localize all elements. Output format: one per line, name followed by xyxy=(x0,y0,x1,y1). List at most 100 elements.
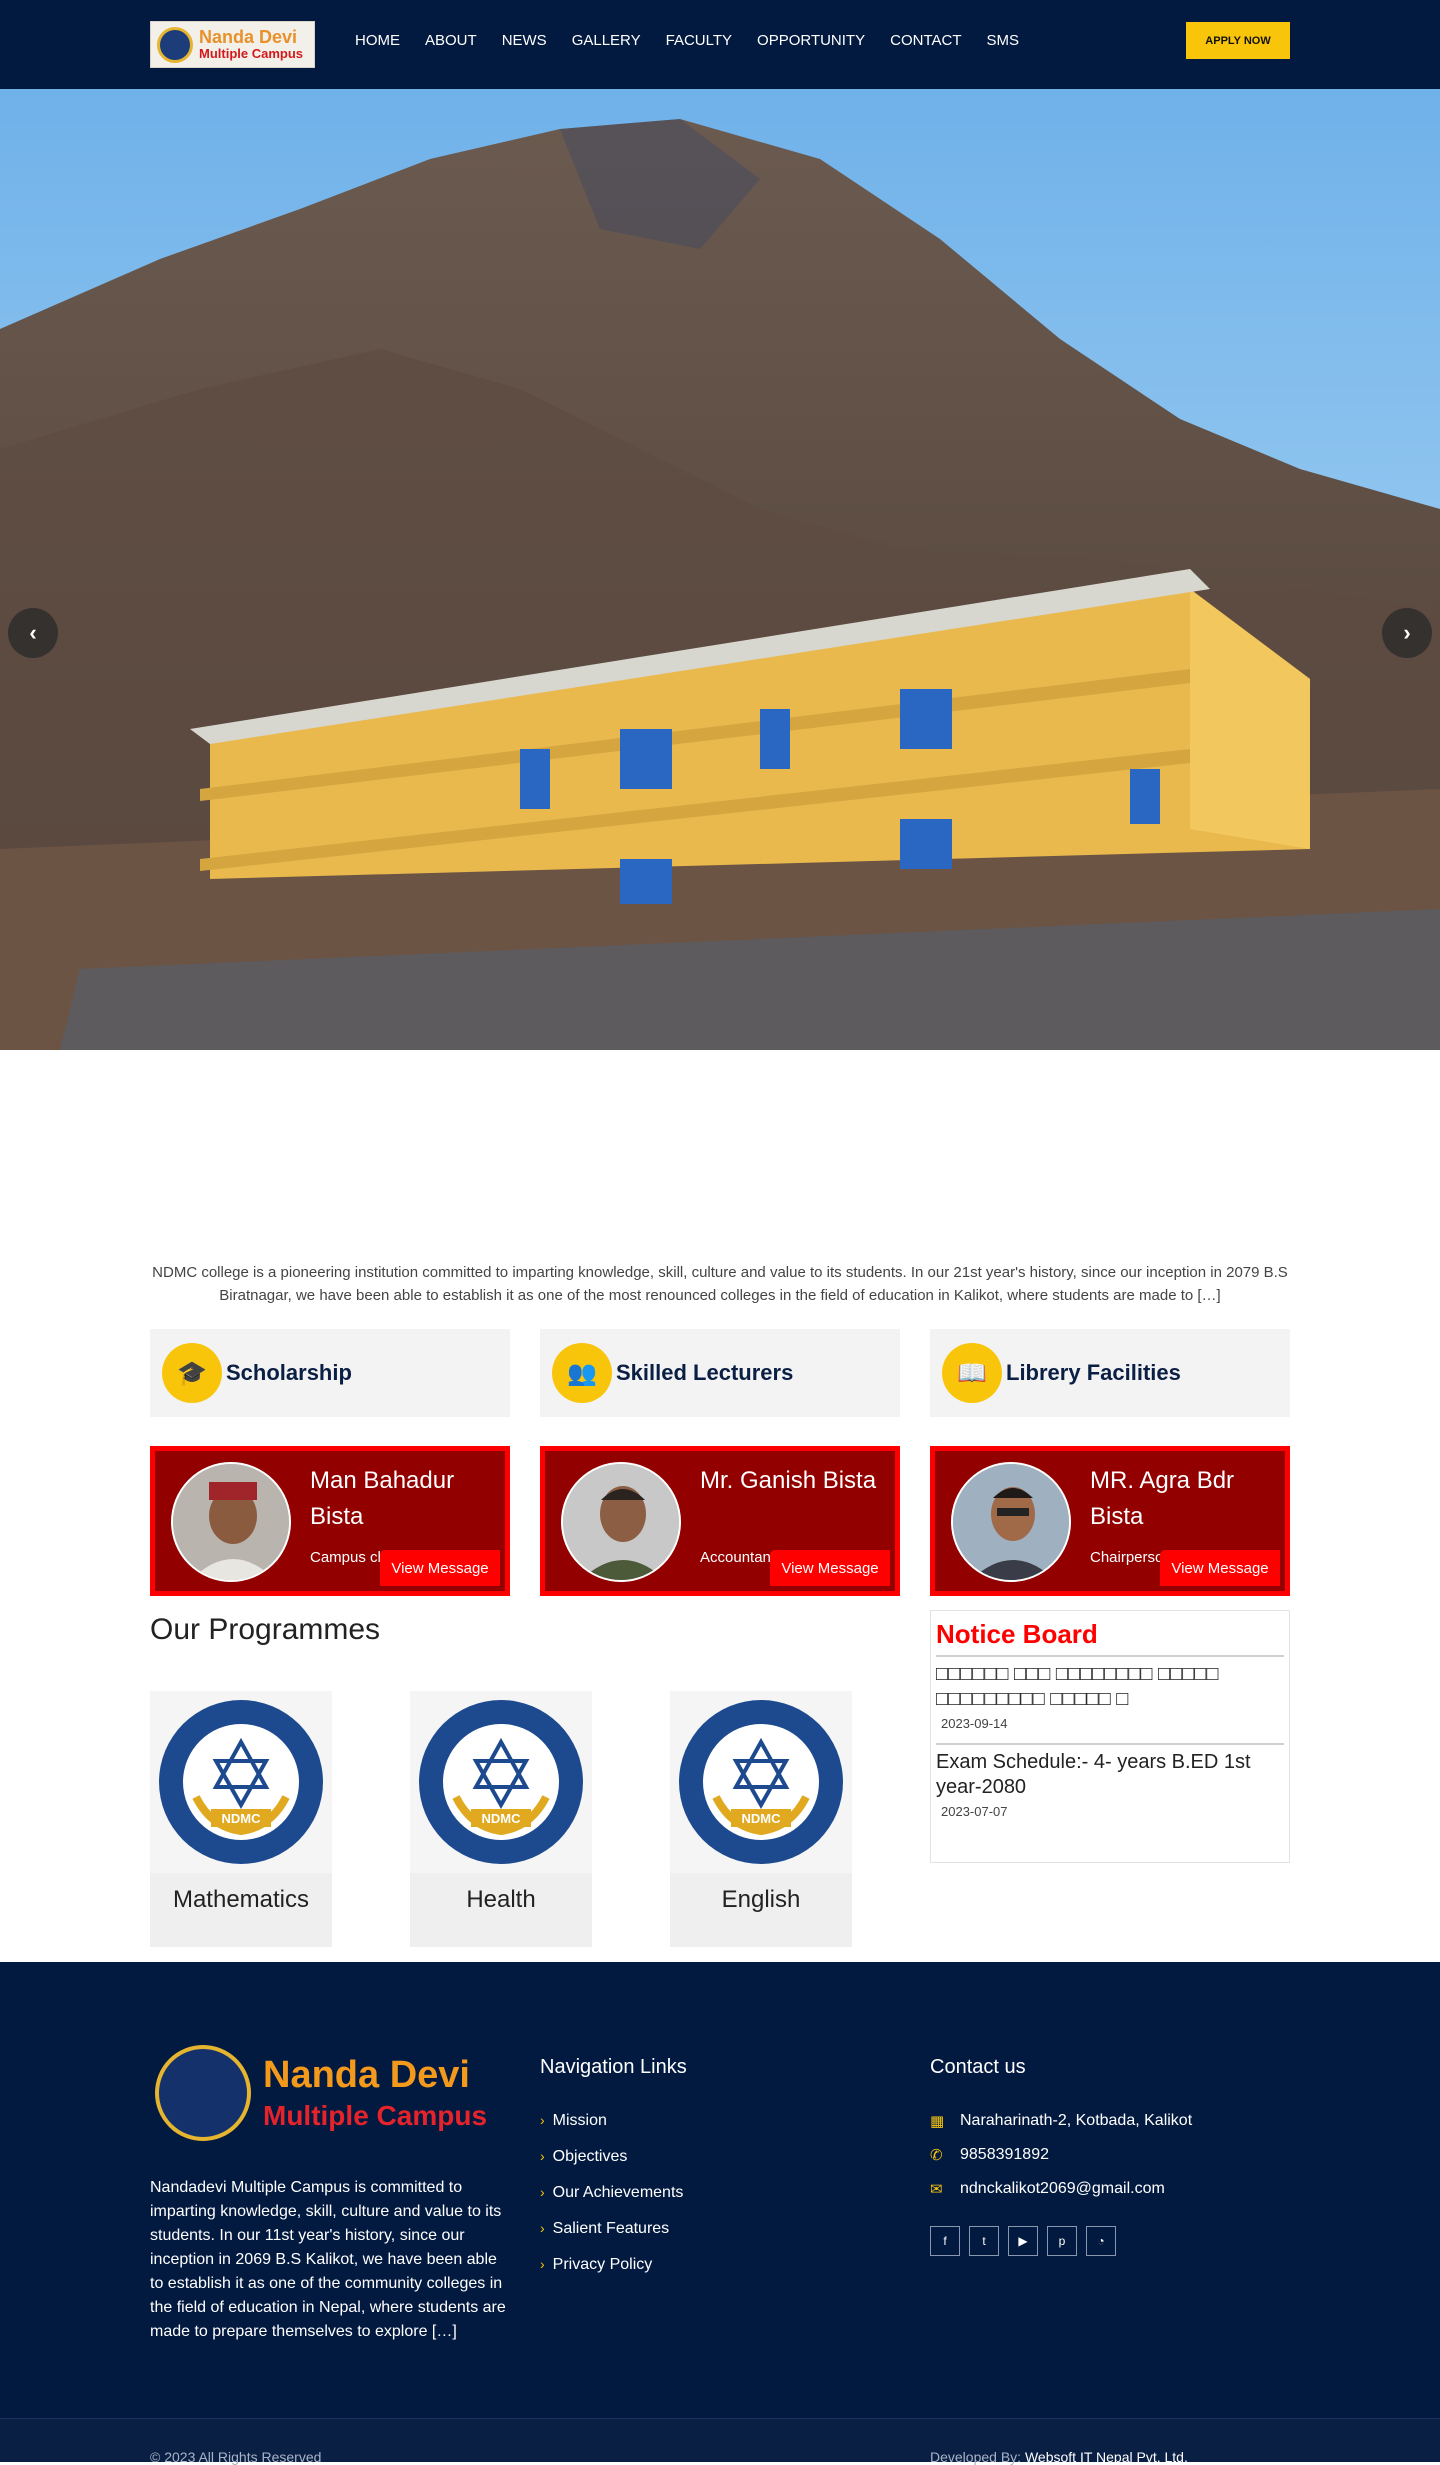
footer-logo-line1: Nanda Devi xyxy=(263,2054,470,2097)
nav-faculty[interactable]: FACULTY xyxy=(666,31,732,51)
campus-seal-icon xyxy=(157,26,193,63)
campus-emblem-icon: NDMC xyxy=(670,1691,852,1873)
footer-logo-line2: Multiple Campus xyxy=(263,2100,488,2131)
pinterest-icon[interactable]: p xyxy=(1047,2226,1077,2256)
contact-phone[interactable]: ✆ 9858391892 xyxy=(930,2146,1192,2180)
footer-link-objectives[interactable]: › Objectives xyxy=(540,2148,683,2184)
slider-next-button[interactable]: › xyxy=(1382,608,1432,658)
programme-card-english[interactable]: NDMC English xyxy=(670,1691,852,1947)
footer-nav-links: › Mission › Objectives › Our Achievements ›… xyxy=(540,2112,683,2292)
view-message-button[interactable]: View Message xyxy=(380,1550,500,1586)
staff-card-campus-chief: Man Bahadur Bista Campus chief View Mess… xyxy=(150,1446,510,1596)
footer-link-salient-features[interactable]: › Salient Features xyxy=(540,2220,683,2256)
chevron-right-icon: › xyxy=(540,2148,545,2164)
staff-card-accountant: Mr. Ganish Bista Accountant View Message xyxy=(540,1446,900,1596)
programme-card-health[interactable]: NDMC Health xyxy=(410,1691,592,1947)
programme-card-mathematics[interactable]: NDMC Mathematics xyxy=(150,1691,332,1947)
hero-slider: ‹ › xyxy=(0,89,1440,1050)
notice-date: 2023-07-07 xyxy=(941,1804,1008,1819)
nav-gallery[interactable]: GALLERY xyxy=(572,31,641,51)
feature-title: Scholarship xyxy=(226,1360,352,1385)
features-row: 🎓 Scholarship 👥 Skilled Lecturers 📖 Libr… xyxy=(150,1329,1290,1417)
avatar xyxy=(561,1462,681,1582)
notice-board: Notice Board □□□□□□ □□□ □□□□□□□□ □□□□□ □… xyxy=(930,1610,1290,1863)
feature-title: Skilled Lecturers xyxy=(616,1360,794,1385)
svg-text:NDMC: NDMC xyxy=(742,1811,782,1826)
campus-emblem-icon: NDMC xyxy=(150,1691,332,1873)
chevron-right-icon: › xyxy=(540,2112,545,2128)
footer-link-mission[interactable]: › Mission xyxy=(540,2112,683,2148)
notice-title[interactable]: Exam Schedule:- 4- years B.ED 1st year-2… xyxy=(936,1750,1284,1800)
rss-icon[interactable]: ◔ xyxy=(1086,2226,1116,2256)
view-message-button[interactable]: View Message xyxy=(770,1550,890,1586)
copyright-text: © 2023 All Rights Reserved xyxy=(150,2449,322,2465)
notice-item[interactable]: Exam Schedule:- 4- years B.ED 1st year-2… xyxy=(936,1745,1284,1831)
nav-news[interactable]: NEWS xyxy=(502,31,547,51)
users-icon: 👥 xyxy=(552,1343,612,1403)
feature-title: Librery Facilities xyxy=(1006,1360,1181,1385)
programmes-title: Our Programmes xyxy=(150,1613,381,1646)
main-nav: HOME ABOUT NEWS GALLERY FACULTY OPPORTUN… xyxy=(355,31,1044,51)
contact-address: ▦ Naraharinath-2, Kotbada, Kalikot xyxy=(930,2112,1192,2146)
site-header: Nanda Devi Multiple Campus HOME ABOUT NE… xyxy=(0,0,1440,89)
feature-library[interactable]: 📖 Librery Facilities xyxy=(930,1329,1290,1417)
footer-contact-list: ▦ Naraharinath-2, Kotbada, Kalikot ✆ 98583… xyxy=(930,2112,1192,2214)
footer-logo[interactable]: Nanda Devi Multiple Campus xyxy=(155,2045,487,2141)
staff-name: MR. Agra Bdr Bista xyxy=(1090,1467,1235,1530)
nav-contact[interactable]: CONTACT xyxy=(890,31,961,51)
developer-credit: Developed By: Websoft IT Nepal Pvt. Ltd. xyxy=(930,2449,1188,2465)
avatar xyxy=(951,1462,1071,1582)
apply-now-button[interactable]: APPLY NOW xyxy=(1186,22,1290,59)
nav-about[interactable]: ABOUT xyxy=(425,31,477,51)
staff-name: Mr. Ganish Bista xyxy=(700,1467,877,1494)
notice-item[interactable]: □□□□□□ □□□ □□□□□□□□ □□□□□ □□□□□□□□□ □□□□… xyxy=(936,1657,1284,1745)
footer-contact-title: Contact us xyxy=(930,2056,1026,2078)
svg-text:NDMC: NDMC xyxy=(222,1811,262,1826)
graduation-cap-icon: 🎓 xyxy=(162,1343,222,1403)
programmes-list: NDMC Mathematics NDMC Health NDMC Englis… xyxy=(150,1691,930,1947)
nav-opportunity[interactable]: OPPORTUNITY xyxy=(757,31,865,51)
developer-link[interactable]: Websoft IT Nepal Pvt. Ltd. xyxy=(1025,2449,1188,2465)
notice-title[interactable]: □□□□□□ □□□ □□□□□□□□ □□□□□ □□□□□□□□□ □□□□… xyxy=(936,1662,1284,1712)
feature-scholarship[interactable]: 🎓 Scholarship xyxy=(150,1329,510,1417)
footer-link-privacy-policy[interactable]: › Privacy Policy xyxy=(540,2256,683,2292)
programme-label: Mathematics xyxy=(172,1886,310,1913)
footer-bottom-bar: © 2023 All Rights Reserved Developed By:… xyxy=(0,2418,1440,2465)
logo-line1: Nanda Devi xyxy=(199,27,298,48)
chevron-right-icon: › xyxy=(540,2220,545,2236)
envelope-icon: ✉ xyxy=(930,2181,943,2198)
notice-board-title: Notice Board xyxy=(936,1619,1284,1657)
view-message-button[interactable]: View Message xyxy=(1160,1550,1280,1586)
programme-label: Health xyxy=(466,1886,536,1913)
svg-text:NDMC: NDMC xyxy=(482,1811,522,1826)
contact-email[interactable]: ✉ ndnckalikot2069@gmail.com xyxy=(930,2180,1192,2214)
footer-nav-title: Navigation Links xyxy=(540,2056,687,2078)
chevron-right-icon: › xyxy=(540,2184,545,2200)
intro-text: NDMC college is a pioneering institution… xyxy=(152,1264,1288,1304)
nav-home[interactable]: HOME xyxy=(355,31,400,51)
facebook-icon[interactable]: f xyxy=(930,2226,960,2256)
nav-sms[interactable]: SMS xyxy=(987,31,1020,51)
map-icon: ▦ xyxy=(930,2113,945,2130)
site-logo[interactable]: Nanda Devi Multiple Campus xyxy=(150,21,315,68)
slider-prev-button[interactable]: ‹ xyxy=(8,608,58,658)
campus-seal-icon xyxy=(155,2045,251,2141)
staff-role: Accountant xyxy=(700,1549,776,1566)
notice-date: 2023-09-14 xyxy=(941,1716,1008,1731)
book-icon: 📖 xyxy=(942,1343,1002,1403)
logo-line2: Multiple Campus xyxy=(199,46,304,62)
programme-label: English xyxy=(721,1886,801,1913)
social-links: f t ▶ p ◔ xyxy=(930,2226,1125,2256)
site-footer: Nanda Devi Multiple Campus Nandadevi Mul… xyxy=(0,1962,1440,2462)
feature-skilled-lecturers[interactable]: 👥 Skilled Lecturers xyxy=(540,1329,900,1417)
footer-link-achievements[interactable]: › Our Achievements xyxy=(540,2184,683,2220)
phone-icon: ✆ xyxy=(930,2147,943,2164)
hero-image xyxy=(0,89,1440,1050)
avatar xyxy=(171,1462,291,1582)
chevron-right-icon: › xyxy=(540,2256,545,2272)
staff-messages: Man Bahadur Bista Campus chief View Mess… xyxy=(150,1446,1290,1596)
twitter-icon[interactable]: t xyxy=(969,2226,999,2256)
campus-emblem-icon: NDMC xyxy=(410,1691,592,1873)
youtube-icon[interactable]: ▶ xyxy=(1008,2226,1038,2256)
staff-card-chairperson: MR. Agra Bdr Bista Chairperson View Mess… xyxy=(930,1446,1290,1596)
